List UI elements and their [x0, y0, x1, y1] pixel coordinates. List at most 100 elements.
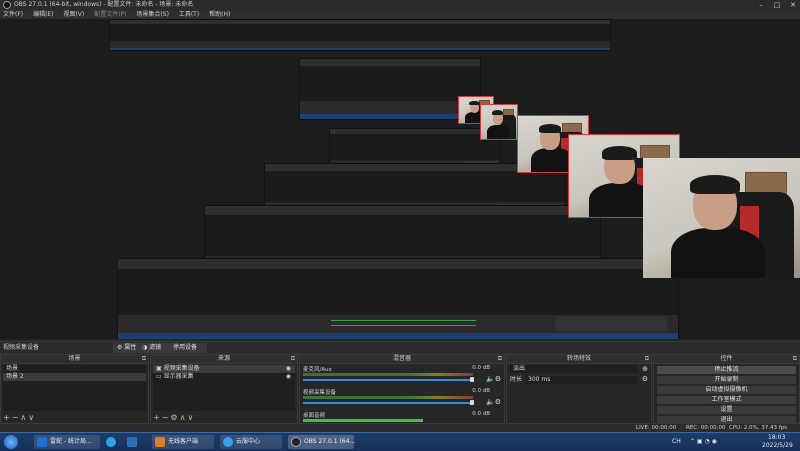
taskbar: 雷蛇 - 统计局... 无线客户端 云服中心 OBS 27.0.1 (64...…	[0, 432, 800, 451]
properties-button[interactable]: ⚙ 属性	[113, 343, 141, 353]
stop-streaming-button[interactable]: 停止推流	[657, 366, 796, 374]
mixer-channel-name: 麦克风/Aux	[303, 367, 332, 373]
gear-icon[interactable]: ⚙	[642, 375, 648, 383]
menu-bar: 文件(F) 编辑(E) 视图(V) 配置文件(P) 场景集合(S) 工具(T) …	[0, 10, 800, 19]
dock-close-icon[interactable]: ⧉	[291, 355, 295, 363]
title-bar: OBS 27.0.1 (64-bit, windows) - 配置文件: 未命名…	[0, 0, 800, 10]
scene-item[interactable]: 场景	[3, 365, 146, 373]
nested-frame	[118, 259, 678, 339]
source-toolbar: 视频采集设备 ⚙ 属性 ◑ 滤镜 停用设备	[0, 341, 800, 355]
selected-source-label: 视频采集设备	[3, 344, 40, 351]
mixer-channel-db: 0.0 dB	[472, 388, 490, 394]
visibility-eye-icon[interactable]: ◉	[286, 365, 291, 373]
webcam-thumbnail	[480, 104, 518, 140]
mixer-channel-name: 桌面音频	[303, 413, 326, 419]
visibility-eye-icon[interactable]: ◉	[286, 373, 291, 381]
obs-logo-icon	[3, 1, 11, 9]
duration-input[interactable]: 300 ms	[525, 376, 638, 384]
status-bar: LIVE: 00:00:00 REC: 00:00:00 CPU: 2.0%, …	[0, 424, 800, 432]
add-icon[interactable]: +	[3, 413, 12, 422]
source-item[interactable]: ▭ 显示器采集 ◉	[153, 373, 295, 381]
volume-slider-knob[interactable]	[470, 377, 474, 382]
dock-close-icon[interactable]: ⧉	[498, 355, 502, 363]
menu-help[interactable]: 帮助(H)	[209, 10, 230, 19]
obs-icon	[291, 437, 301, 447]
controls-dock: 控件 ⧉ 停止推流 开始录制 启动虚拟摄像机 工作室模式 设置 退出	[653, 354, 800, 424]
scenes-list: 场景 场景 2	[3, 365, 146, 411]
scenes-toolbar: +−∧∨	[3, 413, 36, 422]
duration-label: 时长	[510, 376, 523, 383]
tray-icons[interactable]: ⌃ ▣ ◔ ◉	[690, 438, 717, 445]
taskbar-app[interactable]	[124, 435, 142, 449]
windows-start-icon[interactable]	[4, 435, 18, 449]
sources-dock: 来源 ⧉ ▣ 视频采集设备 ◉ ▭ 显示器采集 ◉ +−⚙∧∨	[150, 354, 298, 424]
transitions-dock-header: 转场特效 ⧉	[507, 355, 651, 364]
transition-add-icon[interactable]: ⊕	[642, 365, 648, 373]
taskbar-app[interactable]	[103, 435, 121, 449]
transition-type-select[interactable]: 淡出	[510, 365, 638, 373]
filters-button[interactable]: ◑ 滤镜	[138, 343, 166, 353]
close-button[interactable]: ✕	[786, 0, 800, 10]
rec-status: REC: 00:00:00	[686, 425, 726, 431]
volume-slider[interactable]	[303, 379, 473, 381]
monitor-icon: ▭	[156, 373, 164, 380]
scenes-dock-header: 场景 ⧉	[1, 355, 148, 364]
dock-close-icon[interactable]: ⧉	[793, 355, 797, 363]
controls-dock-header: 控件 ⧉	[654, 355, 799, 364]
speaker-icon[interactable]: 🔈⚙	[486, 398, 501, 406]
window-title: OBS 27.0.1 (64-bit, windows) - 配置文件: 未命名…	[14, 1, 194, 8]
transitions-dock: 转场特效 ⧉ 淡出 ⊕ 时长 300 ms ⚙	[506, 354, 652, 424]
volume-slider-knob[interactable]	[470, 400, 474, 405]
menu-edit[interactable]: 编辑(E)	[33, 10, 53, 19]
studio-mode-button[interactable]: 工作室模式	[657, 396, 796, 404]
mixer-channel-db: 0.0 dB	[472, 365, 490, 371]
app-icon	[223, 437, 233, 447]
settings-button[interactable]: 设置	[657, 406, 796, 414]
app-icon	[37, 437, 47, 447]
menu-file[interactable]: 文件(F)	[3, 10, 23, 19]
sources-dock-header: 来源 ⧉	[151, 355, 297, 364]
dock-close-icon[interactable]: ⧉	[142, 355, 146, 363]
app-icon	[127, 437, 137, 447]
scene-item[interactable]: 场景 2	[3, 373, 146, 381]
taskbar-app[interactable]: 无线客户端	[152, 435, 214, 449]
start-recording-button[interactable]: 开始录制	[657, 376, 796, 384]
nested-frame	[110, 20, 610, 50]
maximize-button[interactable]: □	[770, 0, 784, 10]
preview-canvas[interactable]	[0, 19, 800, 339]
minimize-button[interactable]: –	[754, 0, 768, 10]
menu-view[interactable]: 视图(V)	[63, 10, 84, 19]
volume-meter	[303, 419, 423, 422]
start-virtual-camera-button[interactable]: 启动虚拟摄像机	[657, 386, 796, 394]
speaker-icon[interactable]: 🔈⚙	[486, 375, 501, 383]
move-down-icon[interactable]: ∨	[187, 413, 195, 422]
menu-profile[interactable]: 配置文件(P)	[94, 10, 126, 19]
deactivate-button[interactable]: 停用设备	[163, 343, 208, 353]
webcam-source[interactable]	[643, 158, 800, 278]
taskbar-app[interactable]: 云服中心	[220, 435, 282, 449]
taskbar-app[interactable]: 雷蛇 - 统计局...	[34, 435, 100, 449]
menu-scene-collection[interactable]: 场景集合(S)	[136, 10, 169, 19]
move-down-icon[interactable]: ∨	[28, 413, 36, 422]
volume-slider[interactable]	[303, 402, 473, 404]
clock-date[interactable]: 2022/5/29	[762, 442, 793, 449]
source-item[interactable]: ▣ 视频采集设备 ◉	[153, 365, 295, 373]
add-icon[interactable]: +	[153, 413, 162, 422]
nested-frame	[300, 59, 480, 119]
taskbar-app-obs[interactable]: OBS 27.0.1 (64...	[288, 435, 355, 449]
volume-meter	[303, 373, 473, 376]
sources-list: ▣ 视频采集设备 ◉ ▭ 显示器采集 ◉	[153, 365, 295, 411]
mixer-channel-name: 视频采集设备	[303, 390, 337, 396]
dock-close-icon[interactable]: ⧉	[645, 355, 649, 363]
gear-icon[interactable]: ⚙	[170, 413, 179, 422]
clock-time[interactable]: 18:03	[768, 434, 785, 441]
live-status: LIVE: 00:00:00	[636, 425, 677, 431]
mixer-dock-header: 混音器 ⧉	[300, 355, 504, 364]
input-language[interactable]: CH	[672, 438, 681, 445]
menu-tools[interactable]: 工具(T)	[179, 10, 199, 19]
sources-toolbar: +−⚙∧∨	[153, 413, 195, 422]
exit-button[interactable]: 退出	[657, 416, 796, 424]
mixer-channel-db: 0.0 dB	[472, 411, 490, 417]
volume-meter	[303, 396, 473, 399]
app-icon	[106, 437, 116, 447]
